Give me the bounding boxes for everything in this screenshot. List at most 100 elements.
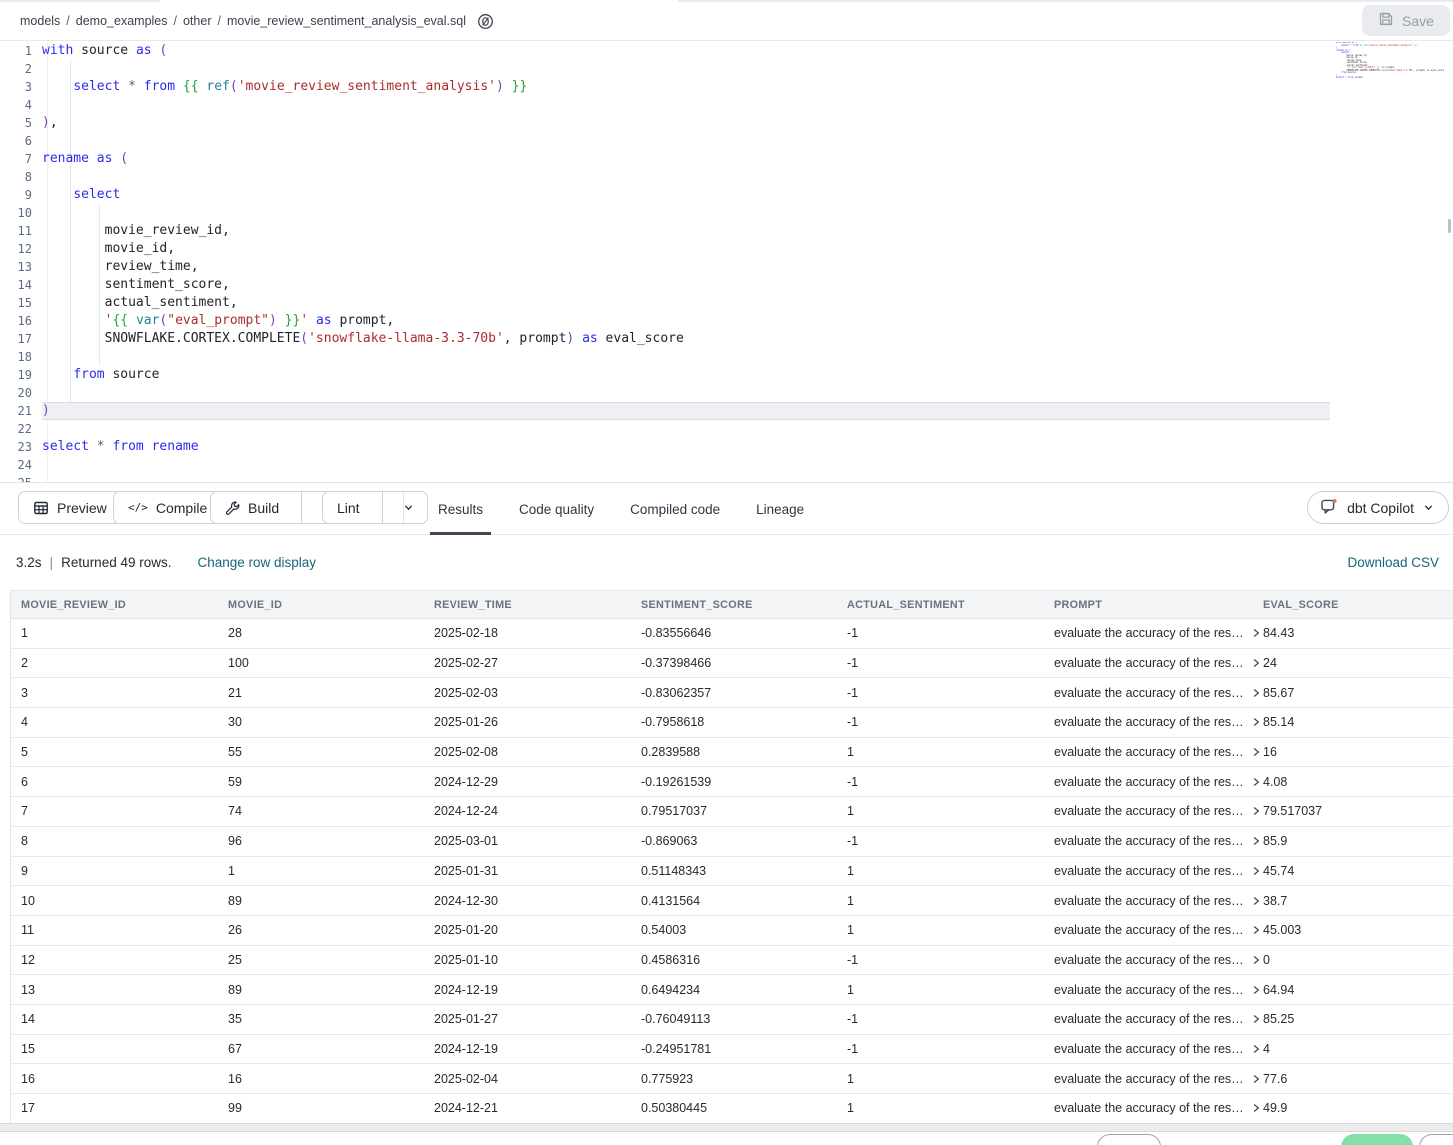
compile-label: Compile	[156, 500, 207, 516]
cell-movie-review-id: 12	[11, 946, 218, 975]
code-line-13[interactable]: 13 review_time,	[0, 258, 1330, 276]
tab-lineage[interactable]: Lineage	[738, 484, 822, 535]
split-divider	[382, 492, 383, 523]
download-csv-link[interactable]: Download CSV	[1347, 555, 1439, 570]
line-number: 16	[0, 312, 42, 330]
code-line-1[interactable]: 1with source as (	[0, 42, 1330, 60]
cell-review-time: 2024-12-29	[424, 767, 631, 796]
code-line-8[interactable]: 8	[0, 168, 1330, 186]
tab-compiled-code[interactable]: Compiled code	[612, 484, 738, 535]
code-line-20[interactable]: 20	[0, 384, 1330, 402]
cell-movie-review-id: 17	[11, 1094, 218, 1123]
code-text	[42, 384, 1330, 402]
prompt-preview-text: evaluate the accuracy of the res…	[1054, 626, 1244, 640]
footer-partial-button[interactable]	[1097, 1134, 1161, 1145]
code-line-4[interactable]: 4	[0, 96, 1330, 114]
code-line-9[interactable]: 9 select	[0, 186, 1330, 204]
line-number: 23	[0, 438, 42, 456]
cell-movie-review-id: 1	[11, 619, 218, 648]
code-line-17[interactable]: 17 SNOWFLAKE.CORTEX.COMPLETE('snowflake-…	[0, 330, 1330, 348]
code-line-24[interactable]: 24	[0, 456, 1330, 474]
sql-editor[interactable]: 1with source as (23 select * from {{ ref…	[0, 41, 1453, 483]
cell-actual-sentiment: -1	[837, 708, 1044, 737]
code-line-23[interactable]: 23select * from rename	[0, 438, 1330, 456]
compile-button[interactable]: </> Compile	[113, 491, 222, 524]
code-line-11[interactable]: 11 movie_review_id,	[0, 222, 1330, 240]
code-line-6[interactable]: 6	[0, 132, 1330, 150]
breadcrumb-models[interactable]: models	[20, 14, 60, 28]
cell-prompt: evaluate the accuracy of the res…	[1044, 857, 1253, 886]
cell-prompt: evaluate the accuracy of the res…	[1044, 975, 1253, 1004]
code-line-18[interactable]: 18	[0, 348, 1330, 366]
breadcrumb-other[interactable]: other	[183, 14, 212, 28]
column-header-movie_id[interactable]: MOVIE_ID	[218, 591, 424, 618]
tab-results[interactable]: Results	[420, 484, 501, 535]
cell-eval-score: 64.94	[1253, 975, 1453, 1004]
editor-scrollbar-thumb[interactable]	[1448, 219, 1451, 233]
line-number: 7	[0, 150, 42, 168]
cell-movie-review-id: 10	[11, 886, 218, 915]
line-number: 25	[0, 474, 42, 483]
column-header-prompt[interactable]: PROMPT	[1044, 591, 1253, 618]
cell-eval-score: 45.003	[1253, 916, 1453, 945]
build-button[interactable]: Build	[211, 492, 293, 523]
cell-movie-id: 96	[218, 827, 424, 856]
cell-sentiment-score: -0.37398466	[631, 649, 837, 678]
cell-review-time: 2025-02-04	[424, 1064, 631, 1093]
results-tabbar: ResultsCode qualityCompiled codeLineage	[420, 484, 822, 535]
cell-eval-score: 0	[1253, 946, 1453, 975]
tab-code-quality[interactable]: Code quality	[501, 484, 612, 535]
code-line-14[interactable]: 14 sentiment_score,	[0, 276, 1330, 294]
cell-eval-score: 38.7	[1253, 886, 1453, 915]
cell-eval-score: 85.14	[1253, 708, 1453, 737]
editor-minimap[interactable]: with source as ( select * from {{ ref('m…	[1336, 42, 1448, 112]
cell-movie-id: 30	[218, 708, 424, 737]
column-header-eval_score[interactable]: EVAL_SCORE	[1253, 591, 1453, 618]
cell-prompt: evaluate the accuracy of the res…	[1044, 708, 1253, 737]
code-text: )	[42, 402, 1330, 420]
horizontal-scrollbar[interactable]	[0, 1123, 1453, 1132]
column-header-sentiment_score[interactable]: SENTIMENT_SCORE	[631, 591, 837, 618]
code-text: sentiment_score,	[42, 276, 1330, 294]
code-line-16[interactable]: 16 '{{ var("eval_prompt") }}' as prompt,	[0, 312, 1330, 330]
code-lines[interactable]: 1with source as (23 select * from {{ ref…	[0, 42, 1330, 483]
code-text: review_time,	[42, 258, 1330, 276]
breadcrumb-demo-examples[interactable]: demo_examples	[76, 14, 168, 28]
code-line-2[interactable]: 2	[0, 60, 1330, 78]
cell-prompt: evaluate the accuracy of the res…	[1044, 649, 1253, 678]
cell-prompt: evaluate the accuracy of the res…	[1044, 946, 1253, 975]
footer-partial-button[interactable]	[1419, 1134, 1453, 1145]
chevron-down-icon	[1423, 502, 1434, 513]
column-header-actual_sentiment[interactable]: ACTUAL_SENTIMENT	[837, 591, 1044, 618]
cell-movie-review-id: 5	[11, 738, 218, 767]
preview-button[interactable]: Preview	[18, 491, 122, 524]
cell-review-time: 2025-03-01	[424, 827, 631, 856]
code-text	[42, 132, 1330, 150]
dbt-copilot-button[interactable]: dbt Copilot	[1307, 491, 1449, 524]
code-line-3[interactable]: 3 select * from {{ ref('movie_review_sen…	[0, 78, 1330, 96]
code-line-19[interactable]: 19 from source	[0, 366, 1330, 384]
code-line-25[interactable]: 25	[0, 474, 1330, 483]
code-line-15[interactable]: 15 actual_sentiment,	[0, 294, 1330, 312]
cell-movie-review-id: 13	[11, 975, 218, 1004]
code-line-5[interactable]: 5),	[0, 114, 1330, 132]
code-line-21[interactable]: 21)	[0, 402, 1330, 420]
cell-actual-sentiment: 1	[837, 916, 1044, 945]
breadcrumb-separator: /	[174, 14, 177, 28]
code-text: SNOWFLAKE.CORTEX.COMPLETE('snowflake-lla…	[42, 330, 1330, 348]
save-button[interactable]: Save	[1362, 5, 1450, 36]
cell-movie-review-id: 4	[11, 708, 218, 737]
footer-status-pill[interactable]	[1341, 1134, 1413, 1145]
column-header-movie_review_id[interactable]: MOVIE_REVIEW_ID	[11, 591, 218, 618]
cell-prompt: evaluate the accuracy of the res…	[1044, 797, 1253, 826]
code-line-7[interactable]: 7rename as (	[0, 150, 1330, 168]
code-line-12[interactable]: 12 movie_id,	[0, 240, 1330, 258]
change-row-display-link[interactable]: Change row display	[197, 555, 316, 570]
code-line-22[interactable]: 22	[0, 420, 1330, 438]
lint-button[interactable]: Lint	[323, 492, 374, 523]
cell-movie-id: 100	[218, 649, 424, 678]
compile-code-icon: </>	[128, 501, 148, 514]
cell-prompt: evaluate the accuracy of the res…	[1044, 738, 1253, 767]
code-line-10[interactable]: 10	[0, 204, 1330, 222]
column-header-review_time[interactable]: REVIEW_TIME	[424, 591, 631, 618]
